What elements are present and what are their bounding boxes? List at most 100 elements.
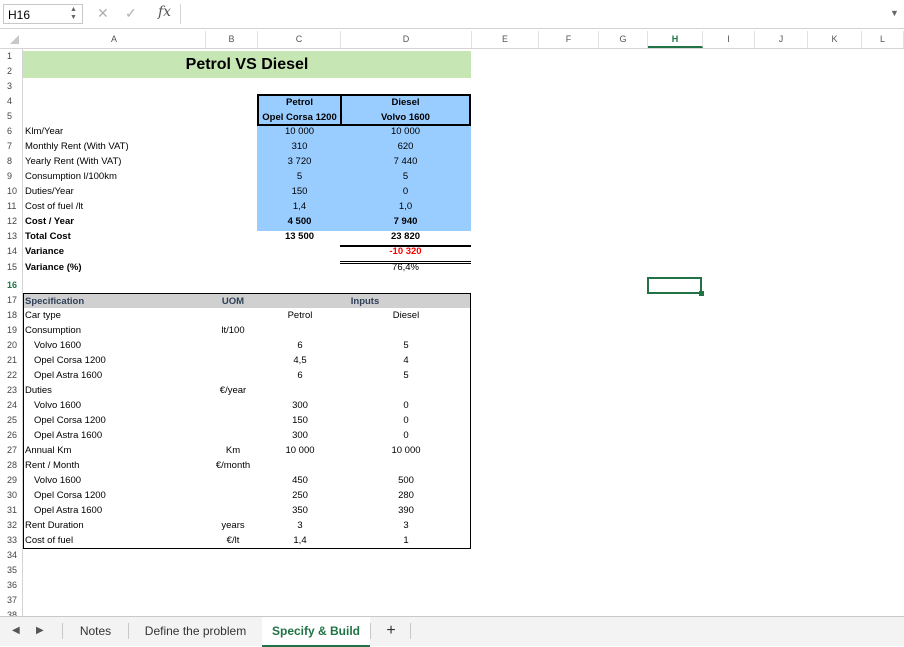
spec-uom[interactable] [208,338,258,353]
row-header-18[interactable]: 18 [0,308,22,323]
row-header-32[interactable]: 32 [0,518,22,533]
spec-label[interactable]: Opel Astra 1600 [34,428,102,443]
row-header-16[interactable]: 16 [0,278,22,293]
spec-diesel-value[interactable]: Diesel [341,308,471,323]
spec-uom[interactable] [208,428,258,443]
row-header-31[interactable]: 31 [0,503,22,518]
chevron-down-icon[interactable]: ▼ [890,8,899,18]
spec-uom[interactable] [208,398,258,413]
spec-uom[interactable]: lt/100 [208,323,258,338]
spec-uom[interactable] [208,413,258,428]
spec-diesel-value[interactable]: 500 [341,473,471,488]
spec-petrol-value[interactable]: 6 [258,338,342,353]
spec-diesel-value[interactable]: 390 [341,503,471,518]
spec-header-inputs[interactable]: Inputs [340,294,390,309]
row-header-13[interactable]: 13 [0,229,22,244]
summary-petrol-value[interactable]: 3 720 [257,154,342,169]
diesel-model[interactable]: Volvo 1600 [340,110,471,125]
row-header-34[interactable]: 34 [0,548,22,563]
spec-petrol-value[interactable] [258,323,342,338]
summary-petrol-value[interactable]: 5 [257,169,342,184]
spec-petrol-value[interactable]: 150 [258,413,342,428]
spec-diesel-value[interactable]: 0 [341,428,471,443]
spec-header-uom[interactable]: UOM [208,294,258,309]
spec-uom[interactable] [208,308,258,323]
row-header-24[interactable]: 24 [0,398,22,413]
column-header-i[interactable]: I [703,31,755,48]
spec-label[interactable]: Opel Corsa 1200 [34,413,106,428]
spec-label[interactable]: Opel Corsa 1200 [34,488,106,503]
sheet-title[interactable]: Petrol VS Diesel [23,51,471,78]
spec-label[interactable]: Rent Duration [25,518,84,533]
formula-input[interactable] [186,5,876,23]
row-header-10[interactable]: 10 [0,184,22,199]
column-header-h[interactable]: H [648,31,703,48]
row-header-23[interactable]: 23 [0,383,22,398]
spec-label[interactable]: Opel Astra 1600 [34,368,102,383]
row-header-5[interactable]: 5 [0,109,22,124]
row-header-28[interactable]: 28 [0,458,22,473]
spec-petrol-value[interactable]: Petrol [258,308,342,323]
spec-diesel-value[interactable]: 4 [341,353,471,368]
spec-petrol-value[interactable]: 350 [258,503,342,518]
confirm-icon[interactable]: ✓ [125,5,137,22]
spec-diesel-value[interactable]: 5 [341,338,471,353]
row-header-9[interactable]: 9 [0,169,22,184]
spec-uom[interactable]: years [208,518,258,533]
column-header-g[interactable]: G [599,31,648,48]
spec-label[interactable]: Duties [25,383,52,398]
spec-petrol-value[interactable]: 300 [258,428,342,443]
spec-uom[interactable]: €/lt [208,533,258,548]
spec-label[interactable]: Opel Astra 1600 [34,503,102,518]
row-header-27[interactable]: 27 [0,443,22,458]
summary-diesel-value[interactable]: 10 000 [340,124,471,139]
row-header-35[interactable]: 35 [0,563,22,578]
tab-define-the-problem[interactable]: Define the problem [129,617,262,645]
spec-diesel-value[interactable] [341,383,471,398]
column-header-f[interactable]: F [539,31,599,48]
summary-petrol-value[interactable]: 10 000 [257,124,342,139]
summary-label[interactable]: Variance (%) [25,260,82,275]
spec-petrol-value[interactable]: 6 [258,368,342,383]
petrol-header[interactable]: Petrol [257,95,342,110]
diesel-header[interactable]: Diesel [340,95,471,110]
spec-label[interactable]: Volvo 1600 [34,398,81,413]
spec-petrol-value[interactable]: 300 [258,398,342,413]
tab-specify-and-build[interactable]: Specify & Build [262,617,370,647]
spec-petrol-value[interactable] [258,458,342,473]
row-header-3[interactable]: 3 [0,79,22,94]
column-header-e[interactable]: E [472,31,539,48]
column-header-b[interactable]: B [206,31,258,48]
name-box-spinner-icon[interactable]: ▲ ▼ [70,6,77,22]
row-header-7[interactable]: 7 [0,139,22,154]
summary-label[interactable]: Consumption l/100km [25,169,117,184]
tab-notes[interactable]: Notes [63,617,128,645]
spec-petrol-value[interactable]: 4,5 [258,353,342,368]
spec-uom[interactable]: €/month [208,458,258,473]
petrol-model[interactable]: Opel Corsa 1200 [257,110,342,125]
summary-label[interactable]: Cost / Year [25,214,74,229]
summary-petrol-value[interactable]: 310 [257,139,342,154]
row-header-15[interactable]: 15 [0,260,22,275]
summary-diesel-value[interactable]: 5 [340,169,471,184]
selected-cell-h16[interactable] [647,277,702,294]
row-header-25[interactable]: 25 [0,413,22,428]
row-header-2[interactable]: 2 [0,64,22,79]
summary-petrol-value[interactable] [257,260,342,275]
spec-label[interactable]: Annual Km [25,443,71,458]
row-header-6[interactable]: 6 [0,124,22,139]
spec-label[interactable]: Volvo 1600 [34,338,81,353]
prev-sheet-icon[interactable]: ◀ [12,617,20,645]
summary-diesel-value[interactable]: 7 440 [340,154,471,169]
column-header-a[interactable]: A [23,31,206,48]
summary-diesel-value[interactable]: 7 940 [340,214,471,229]
spec-label[interactable]: Volvo 1600 [34,473,81,488]
spec-diesel-value[interactable]: 0 [341,398,471,413]
spec-diesel-value[interactable]: 280 [341,488,471,503]
row-header-8[interactable]: 8 [0,154,22,169]
row-header-4[interactable]: 4 [0,94,22,109]
spec-uom[interactable] [208,503,258,518]
column-header-l[interactable]: L [862,31,904,48]
row-header-14[interactable]: 14 [0,244,22,259]
column-header-c[interactable]: C [258,31,341,48]
